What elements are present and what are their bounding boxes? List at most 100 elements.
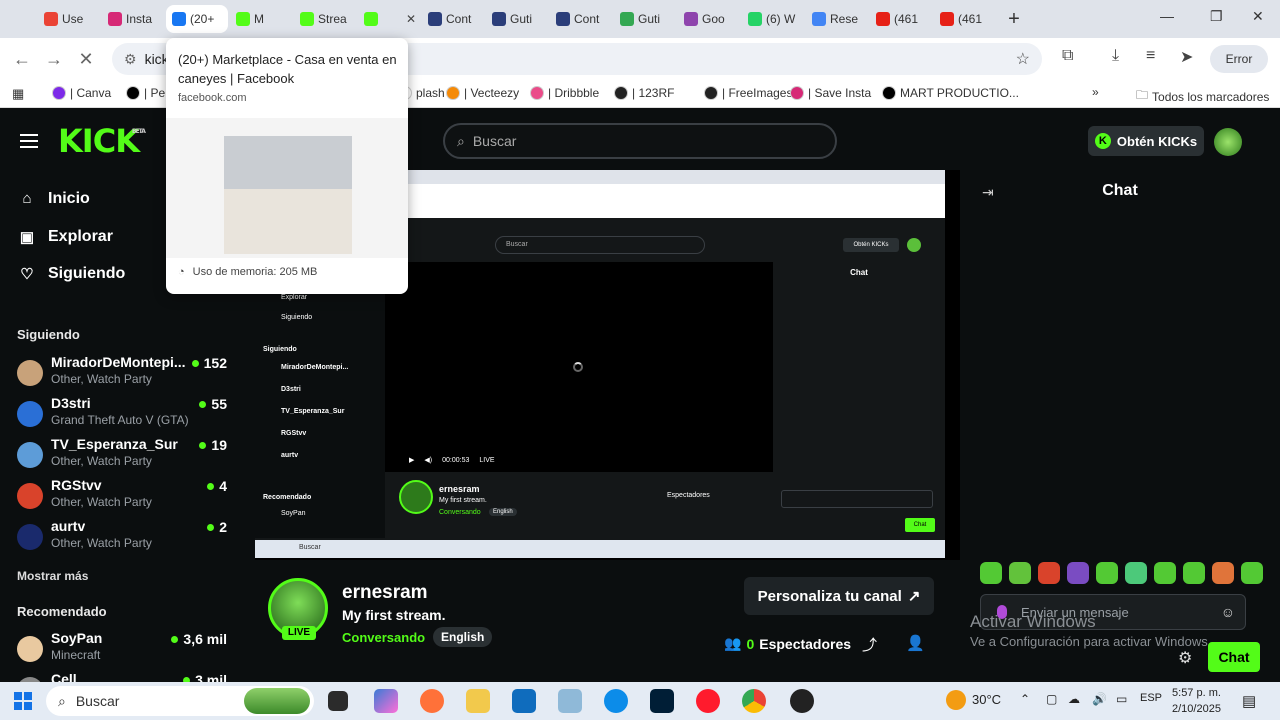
- emote-icon[interactable]: [1125, 562, 1147, 584]
- channel-item[interactable]: SoyPan Minecraft 3,6 mil: [17, 630, 227, 670]
- stream-category[interactable]: Conversando: [342, 630, 425, 645]
- bookmark-item[interactable]: | Vecteezy: [446, 86, 519, 100]
- all-bookmarks-folder[interactable]: 🗀 Todos los marcadores: [1136, 86, 1269, 107]
- browser-tab[interactable]: (461: [934, 5, 996, 33]
- send-chat-button[interactable]: Chat: [1208, 642, 1260, 672]
- emote-icon[interactable]: [1009, 562, 1031, 584]
- photoshop-icon[interactable]: [650, 689, 674, 713]
- bookmark-item[interactable]: | 123RF: [614, 86, 674, 100]
- customize-channel-button[interactable]: Personaliza tu canal ↗: [744, 577, 934, 615]
- chat-settings-icon[interactable]: ⚙: [1178, 648, 1192, 668]
- tray-app-icon[interactable]: ▢: [1046, 692, 1057, 706]
- streamer-name[interactable]: ernesram: [342, 582, 428, 604]
- channel-item[interactable]: TV_Esperanza_Sur Other, Watch Party 19: [17, 436, 227, 476]
- chrome-icon[interactable]: [742, 689, 766, 713]
- browser-tab[interactable]: Use: [38, 5, 100, 33]
- obs-icon[interactable]: [790, 689, 814, 713]
- tray-chevron-icon[interactable]: ⌃: [1020, 692, 1030, 706]
- browser-tab[interactable]: Goo: [678, 5, 740, 33]
- browser-tab[interactable]: Guti: [614, 5, 676, 33]
- extensions-icon[interactable]: ⧉: [1062, 47, 1073, 65]
- channel-item[interactable]: aurtv Other, Watch Party 2: [17, 518, 227, 558]
- forward-icon[interactable]: →: [38, 49, 70, 70]
- apps-grid-icon[interactable]: ▦: [12, 86, 24, 102]
- notifications-icon[interactable]: ▤: [1242, 692, 1256, 710]
- emote-icon[interactable]: [1241, 562, 1263, 584]
- menu-icon[interactable]: [20, 134, 38, 148]
- bookmark-item[interactable]: | FreeImages: [704, 86, 792, 100]
- show-more-link[interactable]: Mostrar más: [17, 569, 88, 583]
- bookmark-item[interactable]: | Dribbble: [530, 86, 599, 100]
- close-tab-icon[interactable]: ✕: [406, 12, 416, 26]
- sidebar-item-home[interactable]: ⌂ Inicio: [18, 190, 89, 208]
- battery-icon[interactable]: ▭: [1116, 692, 1127, 706]
- sidebar-item-following[interactable]: ♡ Siguiendo: [18, 265, 125, 283]
- stop-loading-icon[interactable]: ✕: [70, 49, 102, 70]
- channel-item[interactable]: RGStvv Other, Watch Party 4: [17, 477, 227, 517]
- windows-start-icon[interactable]: [14, 692, 32, 710]
- app-icon[interactable]: [558, 689, 582, 713]
- browser-tab[interactable]: (6) W: [742, 5, 804, 33]
- bookmark-item[interactable]: MART PRODUCTIO...: [882, 86, 1019, 100]
- browser-tab[interactable]: M: [230, 5, 292, 33]
- emote-icon[interactable]: [1038, 562, 1060, 584]
- maximize-icon[interactable]: ❐: [1210, 8, 1223, 25]
- browser-tab[interactable]: Rese: [806, 5, 868, 33]
- input-language[interactable]: ESP: [1140, 692, 1162, 704]
- file-explorer-icon[interactable]: [466, 689, 490, 713]
- browser-tab[interactable]: ✕: [358, 5, 420, 33]
- channel-item[interactable]: MiradorDeMontepi... Other, Watch Party 152: [17, 354, 227, 394]
- kick-coin-icon: K: [1094, 133, 1111, 149]
- browser-tab[interactable]: (20+: [166, 5, 228, 33]
- profile-error-button[interactable]: Error: [1210, 45, 1268, 73]
- copilot-icon[interactable]: [374, 689, 398, 713]
- emote-icon[interactable]: [1067, 562, 1089, 584]
- get-kicks-button[interactable]: K Obtén KICKs: [1088, 126, 1204, 156]
- emote-icon[interactable]: [1183, 562, 1205, 584]
- browser-tab[interactable]: Strea: [294, 5, 356, 33]
- share-icon[interactable]: ⤴: [862, 634, 877, 655]
- firefox-icon[interactable]: [420, 689, 444, 713]
- volume-icon[interactable]: 🔊: [1092, 692, 1107, 706]
- browser-tab[interactable]: Cont: [422, 5, 484, 33]
- browser-tab[interactable]: Guti: [486, 5, 548, 33]
- taskbar-search[interactable]: ⌕ Buscar: [46, 686, 314, 716]
- weather-icon[interactable]: [946, 690, 966, 710]
- browser-tab[interactable]: (461: [870, 5, 932, 33]
- emoji-icon[interactable]: ☺: [1221, 604, 1235, 620]
- emote-icon[interactable]: [980, 562, 1002, 584]
- downloads-icon[interactable]: ⤓: [1112, 47, 1119, 65]
- new-tab-button[interactable]: +: [1004, 8, 1024, 31]
- user-avatar[interactable]: [1214, 128, 1242, 156]
- outlook-icon[interactable]: [512, 689, 536, 713]
- search-input[interactable]: ⌕ Buscar: [443, 123, 837, 159]
- bookmark-item[interactable]: | Pe: [126, 86, 165, 100]
- system-clock[interactable]: 5:57 p. m. 2/10/2025: [1172, 685, 1221, 717]
- sidebar-item-explore[interactable]: ▣ Explorar: [18, 228, 113, 246]
- emote-icon[interactable]: [1212, 562, 1234, 584]
- browser-tab[interactable]: Cont: [550, 5, 612, 33]
- close-window-icon[interactable]: ✕: [1252, 8, 1264, 25]
- bookmark-item[interactable]: | Canva: [52, 86, 111, 100]
- browser-tab[interactable]: Insta: [102, 5, 164, 33]
- media-icon[interactable]: ≡: [1146, 47, 1155, 65]
- emote-icon[interactable]: [1154, 562, 1176, 584]
- emote-icon[interactable]: [1096, 562, 1118, 584]
- channel-item[interactable]: D3stri Grand Theft Auto V (GTA) 55: [17, 395, 227, 435]
- opera-icon[interactable]: [696, 689, 720, 713]
- edge-icon[interactable]: [604, 689, 628, 713]
- temperature[interactable]: 30°C: [972, 692, 1001, 707]
- bookmark-star-icon[interactable]: ☆: [1016, 49, 1030, 69]
- kick-logo[interactable]: KICK BETA: [58, 122, 146, 160]
- stream-language-tag[interactable]: English: [433, 627, 493, 647]
- task-view-icon[interactable]: [328, 691, 348, 711]
- site-info-icon[interactable]: ⚙: [124, 51, 137, 68]
- bookmark-item[interactable]: | Save Insta: [790, 86, 871, 100]
- add-user-icon[interactable]: 👤: [906, 634, 925, 652]
- more-bookmarks-icon[interactable]: »: [1092, 85, 1099, 99]
- network-icon[interactable]: ☁: [1068, 692, 1080, 706]
- minimize-icon[interactable]: —: [1160, 8, 1174, 24]
- send-icon[interactable]: ➤: [1180, 47, 1193, 67]
- tab-favicon-icon: [300, 12, 314, 26]
- back-icon[interactable]: ←: [6, 49, 38, 70]
